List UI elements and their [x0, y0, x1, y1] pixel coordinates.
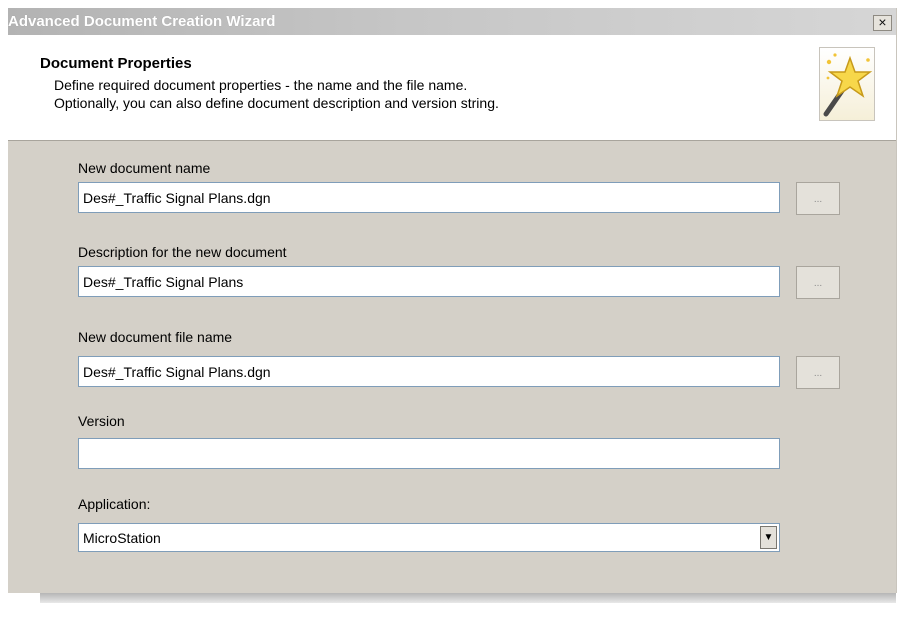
title-bar[interactable]: Advanced Document Creation Wizard ×	[8, 8, 896, 35]
file-name-label: New document file name	[78, 329, 233, 345]
file-name-input[interactable]	[78, 356, 780, 387]
application-label: Application:	[78, 496, 151, 512]
file-name-browse-button[interactable]: ...	[796, 356, 840, 389]
chevron-down-icon: ▼	[763, 532, 774, 543]
description-label: Description for the new document	[78, 244, 287, 260]
description-input[interactable]	[78, 266, 780, 297]
header-description-line1: Define required document properties - th…	[54, 77, 468, 93]
window-bottom-shadow	[40, 593, 896, 603]
version-label: Version	[78, 413, 125, 429]
header-panel: Document Properties Define required docu…	[8, 35, 896, 141]
wizard-window: Advanced Document Creation Wizard × Docu…	[8, 8, 897, 593]
document-name-browse-button[interactable]: ...	[796, 182, 840, 215]
dropdown-arrow-button[interactable]: ▼	[760, 526, 777, 549]
application-selected-value: MicroStation	[83, 530, 161, 546]
document-name-input[interactable]	[78, 182, 780, 213]
document-name-label: New document name	[78, 160, 211, 176]
header-description-line2: Optionally, you can also define document…	[54, 95, 499, 111]
close-button[interactable]: ×	[873, 15, 892, 31]
header-title: Document Properties	[40, 55, 192, 72]
close-icon: ×	[878, 14, 887, 30]
description-browse-button[interactable]: ...	[796, 266, 840, 299]
wizard-wand-star-icon	[819, 47, 875, 121]
version-input[interactable]	[78, 438, 780, 469]
window-title: Advanced Document Creation Wizard	[8, 13, 276, 30]
application-select[interactable]: MicroStation ▼	[78, 523, 780, 552]
